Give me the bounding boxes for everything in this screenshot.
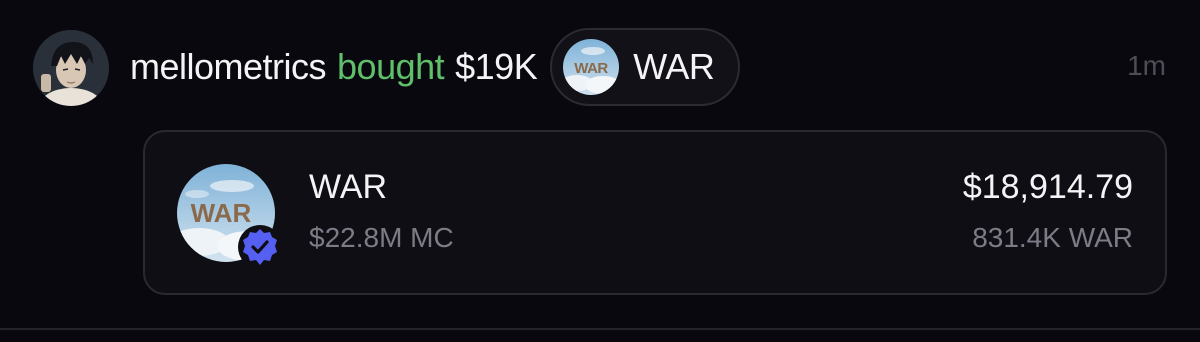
user-avatar-image [33, 30, 109, 106]
activity-headline: mellometrics bought $19K WAR WAR [130, 27, 741, 107]
trade-usd-value: $18,914.79 [962, 168, 1133, 206]
token-pill-button[interactable]: WAR WAR [550, 28, 741, 106]
avatar[interactable] [33, 30, 109, 106]
trade-amount: $19K [455, 46, 538, 87]
timestamp: 1m [1127, 50, 1166, 81]
token-trade-card[interactable]: WAR WAR $22.8M MC $18,914.79 831.4K WAR [143, 130, 1167, 295]
war-token-logo-icon: WAR [563, 39, 620, 95]
verified-check-icon [237, 224, 283, 270]
token-pill-symbol: WAR [633, 46, 715, 87]
market-cap: $22.8M MC [309, 222, 454, 253]
trade-action: bought [337, 46, 445, 87]
svg-text:WAR: WAR [574, 60, 608, 77]
username-link[interactable]: mellometrics [130, 46, 327, 88]
trade-activity-item[interactable]: mellometrics bought $19K WAR WAR 1m WAR … [0, 0, 1200, 342]
token-logo-wrapper: WAR [177, 164, 282, 269]
trade-token-quantity: 831.4K WAR [972, 222, 1133, 253]
token-name: WAR [309, 168, 388, 206]
feed-divider [0, 328, 1200, 330]
